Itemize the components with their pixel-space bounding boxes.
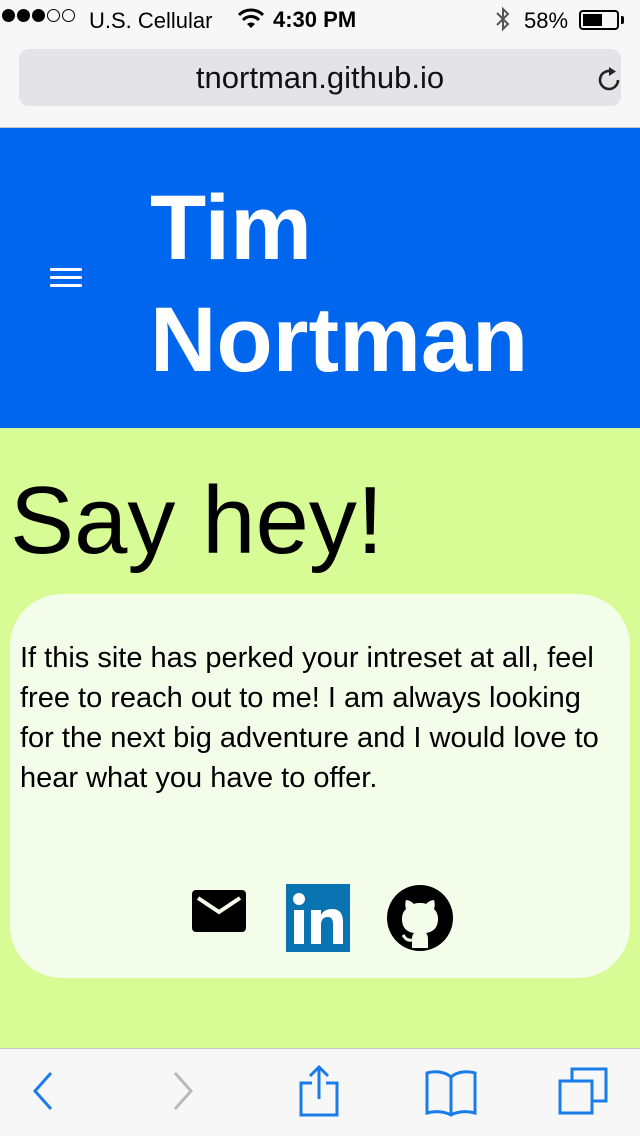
mail-icon[interactable] [190, 884, 248, 942]
site-title: Tim Nortman [150, 177, 529, 391]
url-text[interactable]: tnortman.github.io [19, 49, 621, 106]
reload-icon[interactable] [594, 65, 624, 95]
github-icon[interactable] [386, 884, 454, 952]
carrier-name: U.S. Cellular [89, 8, 213, 33]
tabs-icon[interactable] [556, 1065, 610, 1117]
address-bar[interactable]: tnortman.github.io [19, 49, 621, 106]
battery-icon [579, 10, 619, 30]
share-icon[interactable] [298, 1063, 340, 1117]
wifi-icon [238, 8, 264, 28]
section-heading: Say hey! [10, 467, 384, 574]
contact-message: If this site has perked your intreset at… [20, 642, 599, 794]
clock: 4:30 PM [273, 7, 357, 32]
back-icon[interactable] [30, 1069, 56, 1113]
signal-strength-icon [2, 9, 75, 22]
battery-tip [621, 16, 624, 24]
hamburger-menu-icon[interactable] [50, 268, 82, 292]
browser-address-area: tnortman.github.io [0, 40, 640, 128]
battery-percentage: 58% [524, 8, 569, 33]
bluetooth-icon [496, 6, 510, 32]
browser-toolbar [0, 1048, 640, 1136]
contact-card: If this site has perked your intreset at… [10, 594, 630, 978]
bookmarks-icon[interactable] [424, 1067, 478, 1117]
forward-icon[interactable] [170, 1069, 196, 1113]
linkedin-icon[interactable] [286, 884, 350, 952]
site-header: Tim Nortman [0, 128, 640, 428]
status-bar: U.S. Cellular 4:30 PM 58% [0, 0, 640, 40]
contact-section: Say hey! If this site has perked your in… [0, 428, 640, 1048]
